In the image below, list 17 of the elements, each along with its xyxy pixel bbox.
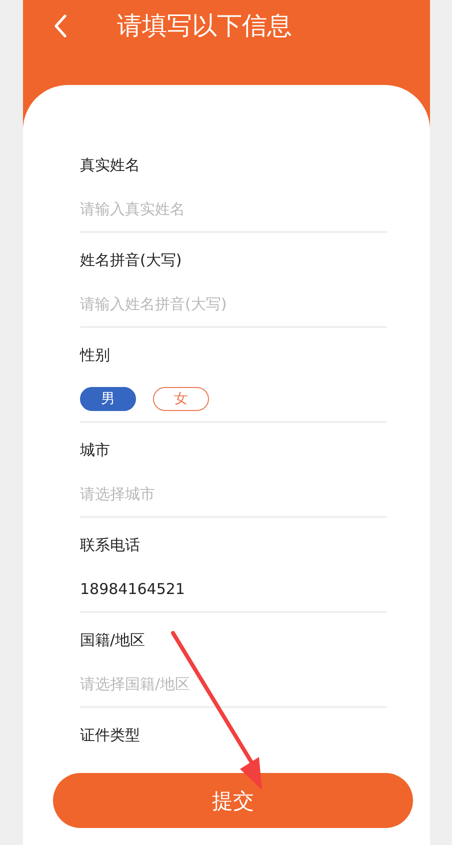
input-field[interactable]: 请输入真实姓名 bbox=[80, 197, 387, 221]
input-field[interactable]: 请选择国籍/地区 bbox=[80, 672, 387, 696]
back-icon[interactable] bbox=[53, 14, 67, 38]
field-label: 联系电话 bbox=[80, 535, 141, 556]
gender-option[interactable]: 女 bbox=[153, 387, 209, 411]
field-label: 证件类型 bbox=[80, 725, 141, 746]
input-field[interactable]: 18984164521 bbox=[80, 577, 387, 601]
input-field[interactable]: 请输入姓名拼音(大写) bbox=[80, 292, 387, 316]
field-label: 国籍/地区 bbox=[80, 630, 146, 651]
input-field[interactable]: 请选择城市 bbox=[80, 482, 387, 506]
field-label: 性别 bbox=[80, 345, 111, 366]
submit-button[interactable]: 提交 bbox=[53, 773, 413, 828]
field-label: 真实姓名 bbox=[80, 155, 141, 176]
page-title: 请填写以下信息 bbox=[117, 10, 292, 42]
field-label: 城市 bbox=[80, 440, 111, 461]
gender-option[interactable]: 男 bbox=[80, 387, 136, 411]
field-label: 姓名拼音(大写) bbox=[80, 250, 183, 271]
